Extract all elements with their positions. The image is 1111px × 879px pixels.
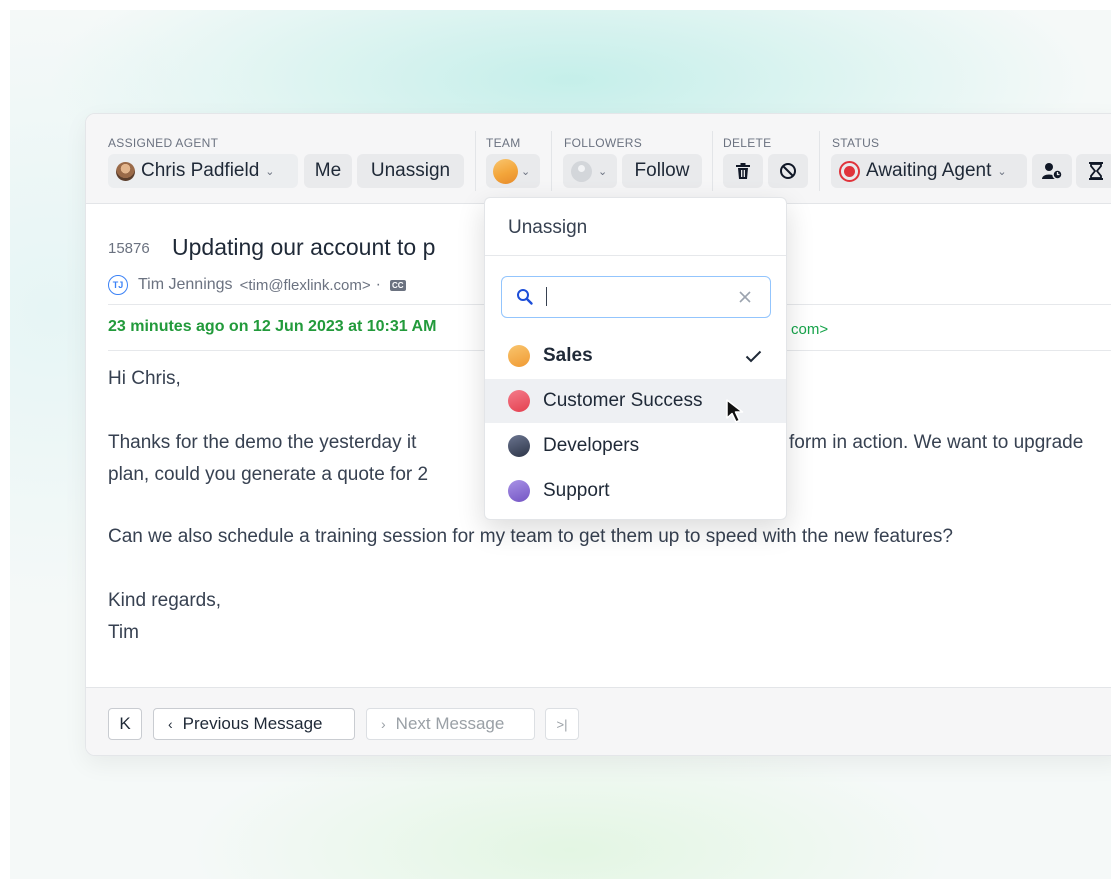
pending-status-button[interactable] <box>1076 154 1111 188</box>
followers-select[interactable]: ⌄ <box>563 154 617 188</box>
search-icon <box>517 289 533 305</box>
message-greeting: Hi Chris, <box>108 368 181 389</box>
chevron-down-icon: ⌄ <box>598 165 608 178</box>
recipient-email-tail: com> <box>791 321 829 338</box>
status-label: STATUS <box>832 136 880 150</box>
customer-success-team-icon <box>508 390 530 412</box>
delete-label: DELETE <box>723 136 772 150</box>
separator: · <box>375 276 381 293</box>
message-paragraph-1b: form in action. We want to upgrade <box>789 432 1084 453</box>
sales-team-icon <box>493 158 518 184</box>
ticket-id: 15876 <box>108 240 150 257</box>
status-value: Awaiting Agent <box>866 160 992 181</box>
team-option-sales[interactable]: Sales <box>485 334 786 378</box>
team-option-label: Customer Success <box>543 390 703 411</box>
message-signoff: Kind regards, <box>108 590 222 611</box>
ticket-toolbar: ASSIGNED AGENT Chris Padfield ⌄ Me Unass… <box>86 114 1111 204</box>
assigned-agent-select[interactable]: Chris Padfield ⌄ <box>108 154 298 188</box>
agent-name: Chris Padfield <box>141 160 260 181</box>
divider <box>712 131 713 191</box>
spam-button[interactable] <box>768 154 808 188</box>
team-dropdown: Unassign Sales Customer Success Develope… <box>484 197 787 520</box>
chevron-down-icon: ⌄ <box>997 165 1007 178</box>
chevron-down-icon: ⌄ <box>521 165 531 178</box>
user-placeholder-icon <box>571 160 592 182</box>
user-clock-icon <box>1042 163 1063 180</box>
previous-message-label: Previous Message <box>182 714 323 733</box>
divider <box>551 131 552 191</box>
sender-email[interactable]: <tim@flexlink.com> <box>240 277 371 294</box>
text-cursor <box>546 287 547 306</box>
last-message-button[interactable]: >| <box>545 708 579 740</box>
assign-me-button[interactable]: Me <box>304 154 352 188</box>
divider <box>819 131 820 191</box>
assigned-agent-label: ASSIGNED AGENT <box>108 136 219 150</box>
chevron-down-icon: ⌄ <box>265 165 275 178</box>
team-option-support[interactable]: Support <box>485 469 786 513</box>
cc-icon: CC <box>390 279 406 291</box>
message-date: 23 minutes ago on 12 Jun 2023 at 10:31 A… <box>108 318 437 335</box>
block-icon <box>780 163 796 179</box>
first-message-button[interactable]: K <box>108 708 142 740</box>
sender-row: TJ Tim Jennings <tim@flexlink.com> · CC <box>108 275 410 295</box>
team-select[interactable]: ⌄ <box>486 154 540 188</box>
message-paragraph-1-line2: plan, could you generate a quote for 2 <box>108 464 429 485</box>
message-paragraph-2: Can we also schedule a training session … <box>108 526 953 547</box>
dropdown-unassign-option[interactable]: Unassign <box>508 217 587 239</box>
divider <box>485 255 786 256</box>
delete-button[interactable] <box>723 154 763 188</box>
developers-team-icon <box>508 435 530 457</box>
support-team-icon <box>508 480 530 502</box>
clear-icon[interactable] <box>738 290 752 304</box>
ticket-title: Updating our account to p <box>172 234 436 260</box>
mouse-pointer-icon <box>726 399 744 423</box>
followers-label: FOLLOWERS <box>564 136 643 150</box>
message-signature: Tim <box>108 622 139 643</box>
sender-name[interactable]: Tim Jennings <box>138 276 233 294</box>
team-option-developers[interactable]: Developers <box>485 424 786 468</box>
follow-button[interactable]: Follow <box>622 154 702 188</box>
status-select[interactable]: Awaiting Agent ⌄ <box>831 154 1027 188</box>
sender-avatar: TJ <box>108 275 128 295</box>
awaiting-agent-icon <box>839 160 860 182</box>
chevron-right-icon: › <box>381 716 386 732</box>
trash-icon <box>736 163 750 179</box>
hourglass-icon <box>1089 162 1103 180</box>
chevron-left-icon: ‹ <box>168 716 173 732</box>
agent-avatar <box>116 161 135 181</box>
sales-team-icon <box>508 345 530 367</box>
message-navigation-footer: K ‹ Previous Message › Next Message >| <box>86 687 1111 755</box>
previous-message-button[interactable]: ‹ Previous Message <box>153 708 355 740</box>
next-message-label: Next Message <box>395 714 505 733</box>
team-search-field[interactable] <box>501 276 771 318</box>
next-message-button[interactable]: › Next Message <box>366 708 535 740</box>
team-option-label: Support <box>543 480 610 501</box>
check-icon <box>745 350 762 363</box>
unassign-button[interactable]: Unassign <box>357 154 464 188</box>
message-paragraph-1a: Thanks for the demo the yesterday it <box>108 432 417 453</box>
assign-status-button[interactable] <box>1032 154 1072 188</box>
divider <box>475 131 476 191</box>
team-option-label: Sales <box>543 345 593 366</box>
team-option-label: Developers <box>543 435 640 456</box>
team-label: TEAM <box>486 136 521 150</box>
